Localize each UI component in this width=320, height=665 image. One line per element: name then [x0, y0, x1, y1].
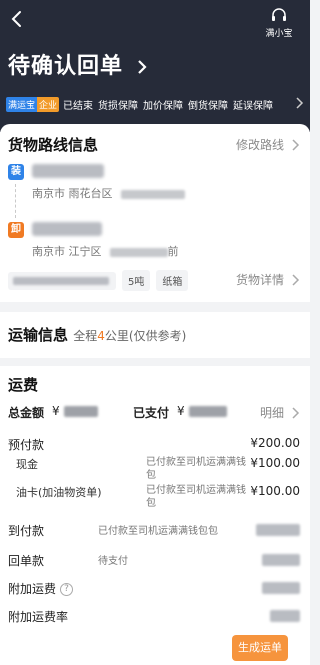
prepay-amount: ¥200.00: [250, 436, 300, 450]
cargo-detail-link[interactable]: 货物详情: [236, 271, 300, 288]
load-address: 南京市 雨花台区: [32, 185, 185, 201]
fee-detail-label: 明细: [259, 406, 284, 420]
weight-chip: 5吨: [122, 270, 151, 291]
cargo-chips: 5吨 纸箱: [8, 270, 194, 291]
extra-fee-label: 附加运费?: [8, 580, 74, 597]
tag-damage: 货损保障: [98, 100, 139, 112]
fuel-card-row: 油卡(加油物资单) 已付款至司机运满满钱包 ¥100.00: [0, 484, 310, 514]
tag-delay: 延误保障: [233, 100, 274, 112]
fuel-card-amount: ¥100.00: [250, 484, 300, 498]
edit-route-label: 修改路线: [235, 138, 284, 152]
load-place-name: [32, 164, 104, 178]
chevron-right-icon: [137, 60, 147, 74]
load-pin: 装: [8, 164, 24, 180]
paid-currency: ¥: [177, 404, 185, 418]
fee-section-title: 运费: [8, 376, 39, 394]
unload-address: 南京市 江宁区 前: [32, 243, 179, 259]
load-address-text: 南京市 雨花台区: [32, 187, 113, 200]
fee-detail-link[interactable]: 明细: [260, 404, 300, 421]
prepay-row: 预付款 ¥200.00: [0, 436, 310, 454]
cargo-name-chip: [8, 271, 116, 290]
helper-label: 满小宝: [265, 29, 293, 39]
generate-waybill-button[interactable]: 生成运单: [232, 635, 288, 661]
transport-section-title: 运输信息 全程4公里(仅供参考): [8, 324, 186, 345]
arrival-amount: [256, 524, 300, 536]
total-label: 总金额: [8, 406, 45, 420]
distance-value: 4: [97, 329, 105, 343]
header: 满小宝 待确认回单 满运宝 企业 已结束 货损保障 加价保障 倒货保障 延误保障: [0, 0, 310, 132]
receipt-row: 回单款 待支付: [0, 552, 310, 570]
arrival-note: 已付款至司机运满满钱包包: [98, 526, 218, 537]
tag-status: 已结束: [63, 100, 94, 112]
arrival-row: 到付款 已付款至司机运满满钱包包: [0, 522, 310, 540]
paid-label: 已支付: [133, 406, 170, 420]
extra-rate-value: [270, 610, 300, 622]
page-title[interactable]: 待确认回单: [8, 48, 150, 80]
badge-enterprise: 企业: [37, 96, 60, 112]
fuel-card-label: 油卡(加油物资单): [16, 486, 102, 499]
chevron-right-icon: [292, 138, 300, 151]
fee-card: 运费 总金额 ¥ 已支付 ¥ 明细 预付款 ¥200.00 现金 已付款至司机运…: [0, 366, 310, 665]
extra-fee-amount: [262, 582, 300, 594]
extra-fee-text: 附加运费: [8, 582, 57, 596]
total-amount: [64, 406, 98, 417]
helper-button[interactable]: 满小宝: [258, 6, 300, 39]
unload-time-suffix: 前: [167, 245, 179, 258]
transport-card: 运输信息 全程4公里(仅供参考): [0, 312, 310, 358]
distance-prefix: 全程: [73, 329, 98, 343]
tag-reverse: 倒货保障: [188, 100, 229, 112]
unload-time: [109, 247, 168, 257]
distance-info: 全程4公里(仅供参考): [73, 329, 186, 343]
cash-amount: ¥100.00: [250, 456, 300, 470]
receipt-amount: [262, 554, 300, 566]
unload-address-text: 南京市 江宁区: [32, 245, 102, 258]
distance-suffix: 公里(仅供参考): [104, 329, 187, 343]
package-chip: 纸箱: [156, 270, 189, 291]
route-section-title: 货物路线信息: [8, 136, 99, 154]
extra-rate-label: 附加运费率: [8, 610, 69, 624]
total-currency: ¥: [52, 404, 60, 418]
unload-place-name: [32, 222, 102, 236]
transport-title-text: 运输信息: [8, 326, 69, 344]
headset-icon: [272, 8, 286, 21]
prepay-label: 预付款: [8, 438, 45, 452]
edit-route-link[interactable]: 修改路线: [236, 136, 300, 153]
cargo-detail-label: 货物详情: [235, 273, 284, 287]
route-connector: [15, 184, 16, 218]
total-row: 总金额 ¥ 已支付 ¥ 明细: [0, 404, 310, 422]
tag-price: 加价保障: [143, 100, 184, 112]
unload-pin: 卸: [8, 222, 24, 238]
paid-amount: [189, 406, 227, 417]
extra-fee-row: 附加运费?: [0, 580, 310, 598]
question-icon[interactable]: ?: [60, 583, 74, 596]
receipt-label: 回单款: [8, 554, 45, 568]
badge-mybao: 满运宝: [6, 96, 38, 112]
chevron-right-icon: [292, 273, 300, 286]
fuel-card-note: 已付款至司机运满满钱包: [146, 485, 246, 509]
back-icon[interactable]: [8, 10, 26, 28]
extra-rate-row: 附加运费率: [0, 608, 310, 626]
load-time: [120, 189, 185, 199]
order-tags[interactable]: 满运宝 企业 已结束 货损保障 加价保障 倒货保障 延误保障: [6, 96, 304, 112]
chevron-right-icon: [292, 406, 300, 419]
arrival-label: 到付款: [8, 524, 45, 538]
receipt-note: 待支付: [98, 556, 128, 567]
cash-label: 现金: [16, 458, 38, 471]
page-title-text: 待确认回单: [8, 54, 124, 79]
chevron-right-icon: [296, 97, 304, 109]
cash-note: 已付款至司机运满满钱包: [146, 457, 246, 481]
cash-row: 现金 已付款至司机运满满钱包 ¥100.00: [0, 456, 310, 486]
